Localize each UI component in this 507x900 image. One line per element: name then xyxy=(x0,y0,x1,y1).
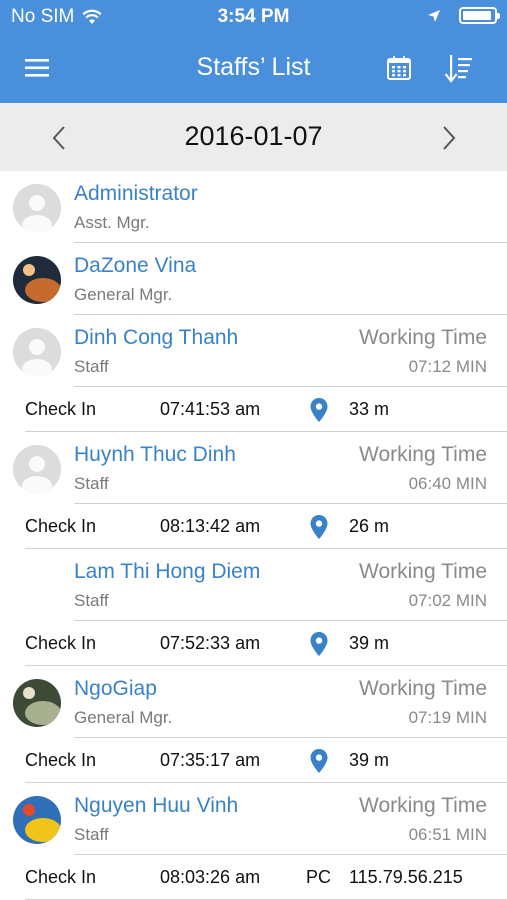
staff-name[interactable]: Dinh Cong Thanh xyxy=(74,326,238,350)
status-right xyxy=(427,7,500,24)
checkin-label: Check In xyxy=(25,516,97,536)
staff-role: Staff xyxy=(74,591,109,610)
checkin-ip-address: 115.79.56.215 xyxy=(349,867,463,887)
profile-photo-icon xyxy=(13,679,61,727)
staff-role: Staff xyxy=(74,357,109,376)
checkin-row: Check In 08:03:26 am PC 115.79.56.215 xyxy=(0,855,507,900)
working-time-label: Working Time xyxy=(359,326,487,349)
user-silhouette-icon xyxy=(13,184,61,232)
checkin-row: Check In 07:35:17 am 39 m xyxy=(0,738,507,783)
checkin-distance: 39 m xyxy=(349,750,390,770)
location-arrow-icon xyxy=(428,9,440,22)
working-time-value: 07:19 MIN xyxy=(408,708,487,727)
staff-name[interactable]: Huynh Thuc Dinh xyxy=(74,443,236,467)
avatar xyxy=(13,796,61,844)
staff-item[interactable]: NgoGiap General Mgr. Working Time 07:19 MIN xyxy=(0,666,507,738)
user-silhouette-icon xyxy=(13,445,61,493)
checkin-label: Check In xyxy=(25,867,97,887)
checkin-time: 07:41:53 am xyxy=(160,399,261,419)
status-bar: No SIM 3:54 PM xyxy=(0,0,507,34)
staff-name[interactable]: NgoGiap xyxy=(74,677,157,701)
staff-list: Administrator Asst. Mgr. DaZone Vina Genera… xyxy=(0,171,507,900)
sort-icon[interactable] xyxy=(444,52,474,84)
chevron-right-icon[interactable] xyxy=(438,123,460,153)
user-silhouette-icon xyxy=(13,328,61,376)
avatar xyxy=(13,679,61,727)
staff-item[interactable]: Huynh Thuc Dinh Staff Working Time 06:40 MI… xyxy=(0,432,507,504)
date-bar: 2016-01-07 xyxy=(0,103,507,171)
avatar xyxy=(13,445,61,493)
working-time-label: Working Time xyxy=(359,794,487,817)
checkin-distance: 33 m xyxy=(349,399,390,419)
staff-name[interactable]: Administrator xyxy=(74,182,198,206)
checkin-time: 07:35:17 am xyxy=(160,750,261,770)
location-pin-icon xyxy=(310,749,328,773)
battery-icon xyxy=(459,7,500,24)
checkin-time: 08:03:26 am xyxy=(160,867,261,887)
checkin-row: Check In 07:41:53 am 33 m xyxy=(0,387,507,432)
checkin-time: 07:52:33 am xyxy=(160,633,261,653)
staff-name[interactable]: Nguyen Huu Vinh xyxy=(74,794,238,818)
page-title: Staffs’ List xyxy=(196,53,311,81)
staff-item[interactable]: Lam Thi Hong Diem Staff Working Time 07:02 … xyxy=(0,549,507,621)
checkin-label: Check In xyxy=(25,633,97,653)
checkin-label: Check In xyxy=(25,750,97,770)
avatar xyxy=(13,328,61,376)
working-time-value: 07:02 MIN xyxy=(408,591,487,610)
staff-item[interactable]: Administrator Asst. Mgr. xyxy=(0,171,507,243)
staff-role: Staff xyxy=(74,825,109,844)
checkin-row: Check In 08:13:42 am 26 m xyxy=(0,504,507,549)
staff-item[interactable]: DaZone Vina General Mgr. xyxy=(0,243,507,315)
location-pin-icon xyxy=(310,632,328,656)
checkin-distance: 39 m xyxy=(349,633,390,653)
profile-photo-icon xyxy=(13,256,61,304)
staff-name[interactable]: DaZone Vina xyxy=(74,254,196,278)
avatar xyxy=(13,184,61,232)
checkin-row: Check In 07:52:33 am 39 m xyxy=(0,621,507,666)
current-date: 2016-01-07 xyxy=(184,121,323,151)
avatar xyxy=(13,562,61,610)
checkin-pc-label: PC xyxy=(306,867,332,887)
calendar-icon[interactable] xyxy=(385,54,413,82)
location-pin-icon xyxy=(310,515,328,539)
location-pin-icon xyxy=(310,398,328,422)
nav-bar: Staffs’ List xyxy=(0,34,507,103)
staff-item[interactable]: Dinh Cong Thanh Staff Working Time 07:12 MI… xyxy=(0,315,507,387)
staff-role: Staff xyxy=(74,474,109,493)
working-time-label: Working Time xyxy=(359,560,487,583)
profile-photo-icon xyxy=(13,796,61,844)
working-time-label: Working Time xyxy=(359,677,487,700)
staff-role: Asst. Mgr. xyxy=(74,213,150,232)
avatar xyxy=(13,256,61,304)
staff-name[interactable]: Lam Thi Hong Diem xyxy=(74,560,260,584)
checkin-time: 08:13:42 am xyxy=(160,516,261,536)
working-time-value: 07:12 MIN xyxy=(408,357,487,376)
working-time-value: 06:51 MIN xyxy=(408,825,487,844)
staff-role: General Mgr. xyxy=(74,708,173,727)
checkin-label: Check In xyxy=(25,399,97,419)
staff-item[interactable]: Nguyen Huu Vinh Staff Working Time 06:51 MI… xyxy=(0,783,507,855)
staff-role: General Mgr. xyxy=(74,285,173,304)
working-time-label: Working Time xyxy=(359,443,487,466)
working-time-value: 06:40 MIN xyxy=(408,474,487,493)
checkin-distance: 26 m xyxy=(349,516,390,536)
